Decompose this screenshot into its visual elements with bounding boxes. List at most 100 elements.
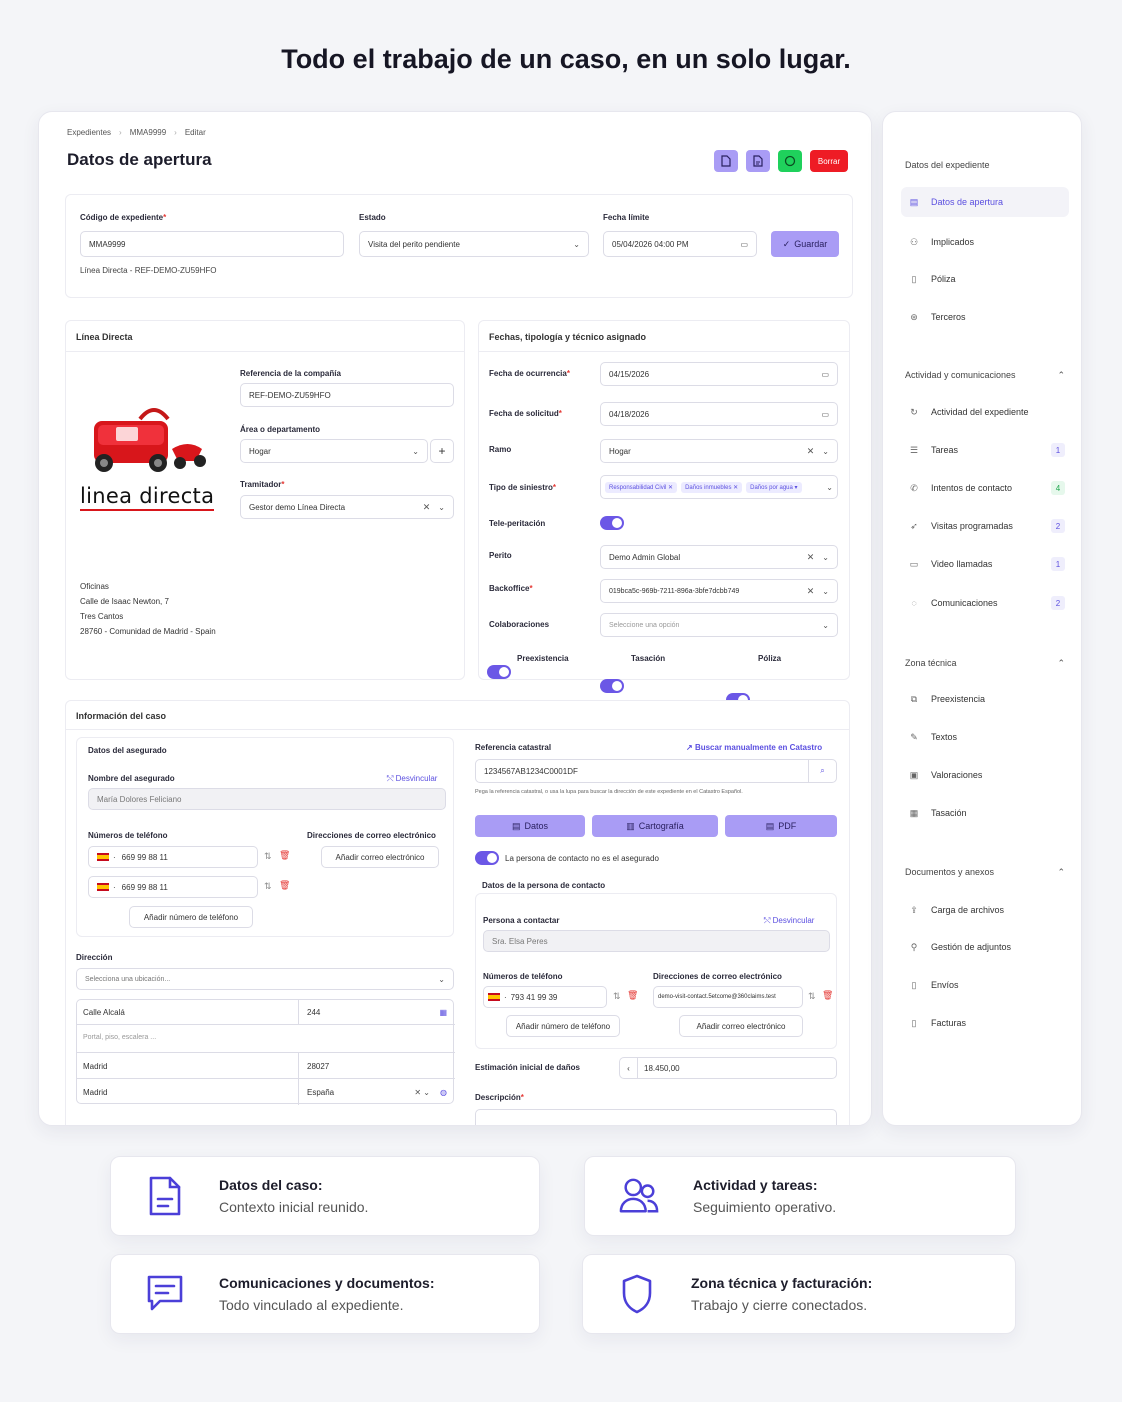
- perito-select[interactable]: Demo Admin Global ✕ ⌄: [600, 545, 838, 569]
- preexistencia-toggle[interactable]: [487, 665, 511, 679]
- clear-icon[interactable]: ✕: [807, 586, 815, 597]
- piso-input[interactable]: Portal, piso, escalera ...: [77, 1025, 455, 1053]
- trash-icon[interactable]: 🗑: [279, 850, 290, 861]
- persona-input[interactable]: Sra. Elsa Peres: [483, 930, 830, 952]
- colab-select[interactable]: Seleccione una opción ⌄: [600, 613, 838, 637]
- direccion-select[interactable]: Selecciona una ubicación... ⌄: [76, 968, 454, 990]
- datos-button[interactable]: ▤ Datos: [475, 815, 585, 837]
- add-phone-button[interactable]: Añadir número de teléfono: [129, 906, 253, 928]
- search-icon[interactable]: ⌕: [808, 760, 836, 782]
- fecha-limite-input[interactable]: 05/04/2026 04:00 PM ▭: [603, 231, 757, 257]
- contact-email-input[interactable]: demo-visit-contact.5etcome@360claims.tes…: [653, 986, 803, 1008]
- estimacion-input[interactable]: ‹ 18.450,00: [619, 1057, 837, 1079]
- clear-icon[interactable]: ✕: [807, 552, 815, 563]
- estado-select[interactable]: Visita del perito pendiente ⌄: [359, 231, 589, 257]
- add-email-button[interactable]: Añadir correo electrónico: [321, 846, 439, 868]
- sidebar-item-comunicaciones[interactable]: ◌ Comunicaciones 2: [901, 588, 1069, 618]
- save-button[interactable]: ✓ Guardar: [771, 231, 839, 257]
- sort-icon[interactable]: ⇅: [613, 991, 621, 1002]
- sidebar-item-facturas[interactable]: ▯ Facturas: [901, 1008, 1069, 1038]
- trash-icon[interactable]: 🗑: [822, 990, 833, 1001]
- sidebar-item-envios[interactable]: ▯ Envíos: [901, 970, 1069, 1000]
- clear-icon[interactable]: ✕: [423, 502, 431, 513]
- breadcrumb-expedientes[interactable]: Expedientes: [67, 128, 111, 137]
- chevron-up-icon[interactable]: ⌃: [1057, 370, 1065, 381]
- sidebar-group-title[interactable]: Documentos y anexos ⌃: [905, 867, 1065, 878]
- chevron-left-icon[interactable]: ‹: [620, 1058, 638, 1078]
- unlink-button[interactable]: ⤲ Desvincular: [387, 774, 437, 784]
- tipo-tag[interactable]: Responsabilidad Civil ✕: [605, 481, 678, 493]
- sidebar-group-title[interactable]: Actividad y comunicaciones ⌃: [905, 370, 1065, 381]
- numero-input[interactable]: 244 ▦: [299, 1000, 455, 1025]
- tipo-tag[interactable]: Daños por agua ▾: [746, 481, 802, 493]
- delete-button[interactable]: Borrar: [810, 150, 848, 172]
- catastro-link[interactable]: ↗ Buscar manualmente en Catastro: [686, 743, 822, 752]
- phone-input[interactable]: · 669 99 88 11: [88, 846, 258, 868]
- calendar-icon[interactable]: ▭: [740, 240, 748, 249]
- sidebar-item-tareas[interactable]: ☰ Tareas 1: [901, 435, 1069, 465]
- sidebar-item-adjuntos[interactable]: ⚲ Gestión de adjuntos: [901, 932, 1069, 962]
- sidebar-item-intentos[interactable]: ✆ Intentos de contacto 4: [901, 473, 1069, 503]
- sidebar-item-datos-apertura[interactable]: ▤ Datos de apertura: [901, 187, 1069, 217]
- tipo-tag[interactable]: Daños inmuebles ✕: [681, 481, 743, 493]
- sidebar-group-title[interactable]: Zona técnica ⌃: [905, 658, 1065, 669]
- phone-input[interactable]: · 669 99 88 11: [88, 876, 258, 898]
- tramitador-select[interactable]: Gestor demo Línea Directa ✕ ⌄: [240, 495, 454, 519]
- contact-phone-input[interactable]: · 793 41 99 39: [483, 986, 607, 1008]
- area-select[interactable]: Hogar ⌄: [240, 439, 428, 463]
- sort-icon[interactable]: ⇅: [264, 881, 272, 892]
- calendar-icon[interactable]: ▭: [821, 410, 829, 419]
- sidebar-item-visitas[interactable]: ➶ Visitas programadas 2: [901, 511, 1069, 541]
- document-icon-button[interactable]: [714, 150, 738, 172]
- sort-icon[interactable]: ⇅: [264, 851, 272, 862]
- ramo-select[interactable]: Hogar ✕ ⌄: [600, 439, 838, 463]
- breadcrumb-case[interactable]: MMA9999: [130, 128, 166, 137]
- cartografia-button[interactable]: ▥ Cartografía: [592, 815, 718, 837]
- calle-input[interactable]: Calle Alcalá: [77, 1000, 299, 1025]
- map-icon[interactable]: ▦: [439, 1008, 447, 1017]
- sidebar-item-carga[interactable]: ⇪ Carga de archivos: [901, 895, 1069, 925]
- solicitud-input[interactable]: 04/18/2026 ▭: [600, 402, 838, 426]
- contact-add-email-button[interactable]: Añadir correo electrónico: [679, 1015, 803, 1037]
- descripcion-textarea[interactable]: [475, 1109, 837, 1125]
- tipo-multiselect[interactable]: Responsabilidad Civil ✕ Daños inmuebles …: [600, 475, 838, 499]
- tasacion-toggle[interactable]: [600, 679, 624, 693]
- ciudad-input[interactable]: Madrid: [77, 1053, 299, 1079]
- nombre-input[interactable]: María Dolores Feliciano: [88, 788, 446, 810]
- whatsapp-icon-button[interactable]: [778, 150, 802, 172]
- contact-unlink-button[interactable]: ⤲ Desvincular: [764, 916, 814, 926]
- trash-icon[interactable]: 🗑: [627, 990, 638, 1001]
- sidebar-item-poliza[interactable]: ▯ Póliza: [901, 264, 1069, 294]
- catastro-input[interactable]: 1234567AB1234C0001DF ⌕: [475, 759, 837, 783]
- ocurrencia-input[interactable]: 04/15/2026 ▭: [600, 362, 838, 386]
- pdf-icon-button[interactable]: [746, 150, 770, 172]
- pais-select[interactable]: España ✕ ⌄ ◍: [299, 1079, 455, 1105]
- globe-icon[interactable]: ◍: [440, 1088, 447, 1097]
- sidebar-item-actividad[interactable]: ↻ Actividad del expediente: [901, 397, 1069, 427]
- contact-add-phone-button[interactable]: Añadir número de teléfono: [506, 1015, 620, 1037]
- provincia-input[interactable]: Madrid: [77, 1079, 299, 1105]
- codigo-input[interactable]: MMA9999: [80, 231, 344, 257]
- sort-icon[interactable]: ⇅: [808, 991, 816, 1002]
- backoffice-select[interactable]: 019bca5c-969b-7211-896a-3bfe7dcbb749 ✕ ⌄: [600, 579, 838, 603]
- sidebar-item-label: Visitas programadas: [931, 521, 1013, 531]
- sidebar-item-terceros[interactable]: ⊛ Terceros: [901, 302, 1069, 332]
- clear-icon[interactable]: ✕ ⌄: [414, 1088, 430, 1097]
- chevron-up-icon[interactable]: ⌃: [1057, 658, 1065, 669]
- tele-toggle[interactable]: [600, 516, 624, 530]
- contact-toggle[interactable]: [475, 851, 499, 865]
- sidebar-item-preexistencia[interactable]: ⧉ Preexistencia: [901, 684, 1069, 714]
- sidebar-item-textos[interactable]: ✎ Textos: [901, 722, 1069, 752]
- cp-input[interactable]: 28027: [299, 1053, 455, 1079]
- calendar-icon[interactable]: ▭: [821, 370, 829, 379]
- add-area-button[interactable]: +: [430, 439, 454, 463]
- trash-icon[interactable]: 🗑: [279, 880, 290, 891]
- chevron-up-icon[interactable]: ⌃: [1057, 867, 1065, 878]
- ref-input[interactable]: REF-DEMO-ZU59HFO: [240, 383, 454, 407]
- sidebar-item-valoraciones[interactable]: ▣ Valoraciones: [901, 760, 1069, 790]
- pdf-button[interactable]: ▤ PDF: [725, 815, 837, 837]
- sidebar-item-tasacion[interactable]: ▦ Tasación: [901, 798, 1069, 828]
- clear-icon[interactable]: ✕: [807, 446, 815, 457]
- sidebar-item-video[interactable]: ▭ Video llamadas 1: [901, 549, 1069, 579]
- sidebar-item-implicados[interactable]: ⚇ Implicados: [901, 227, 1069, 257]
